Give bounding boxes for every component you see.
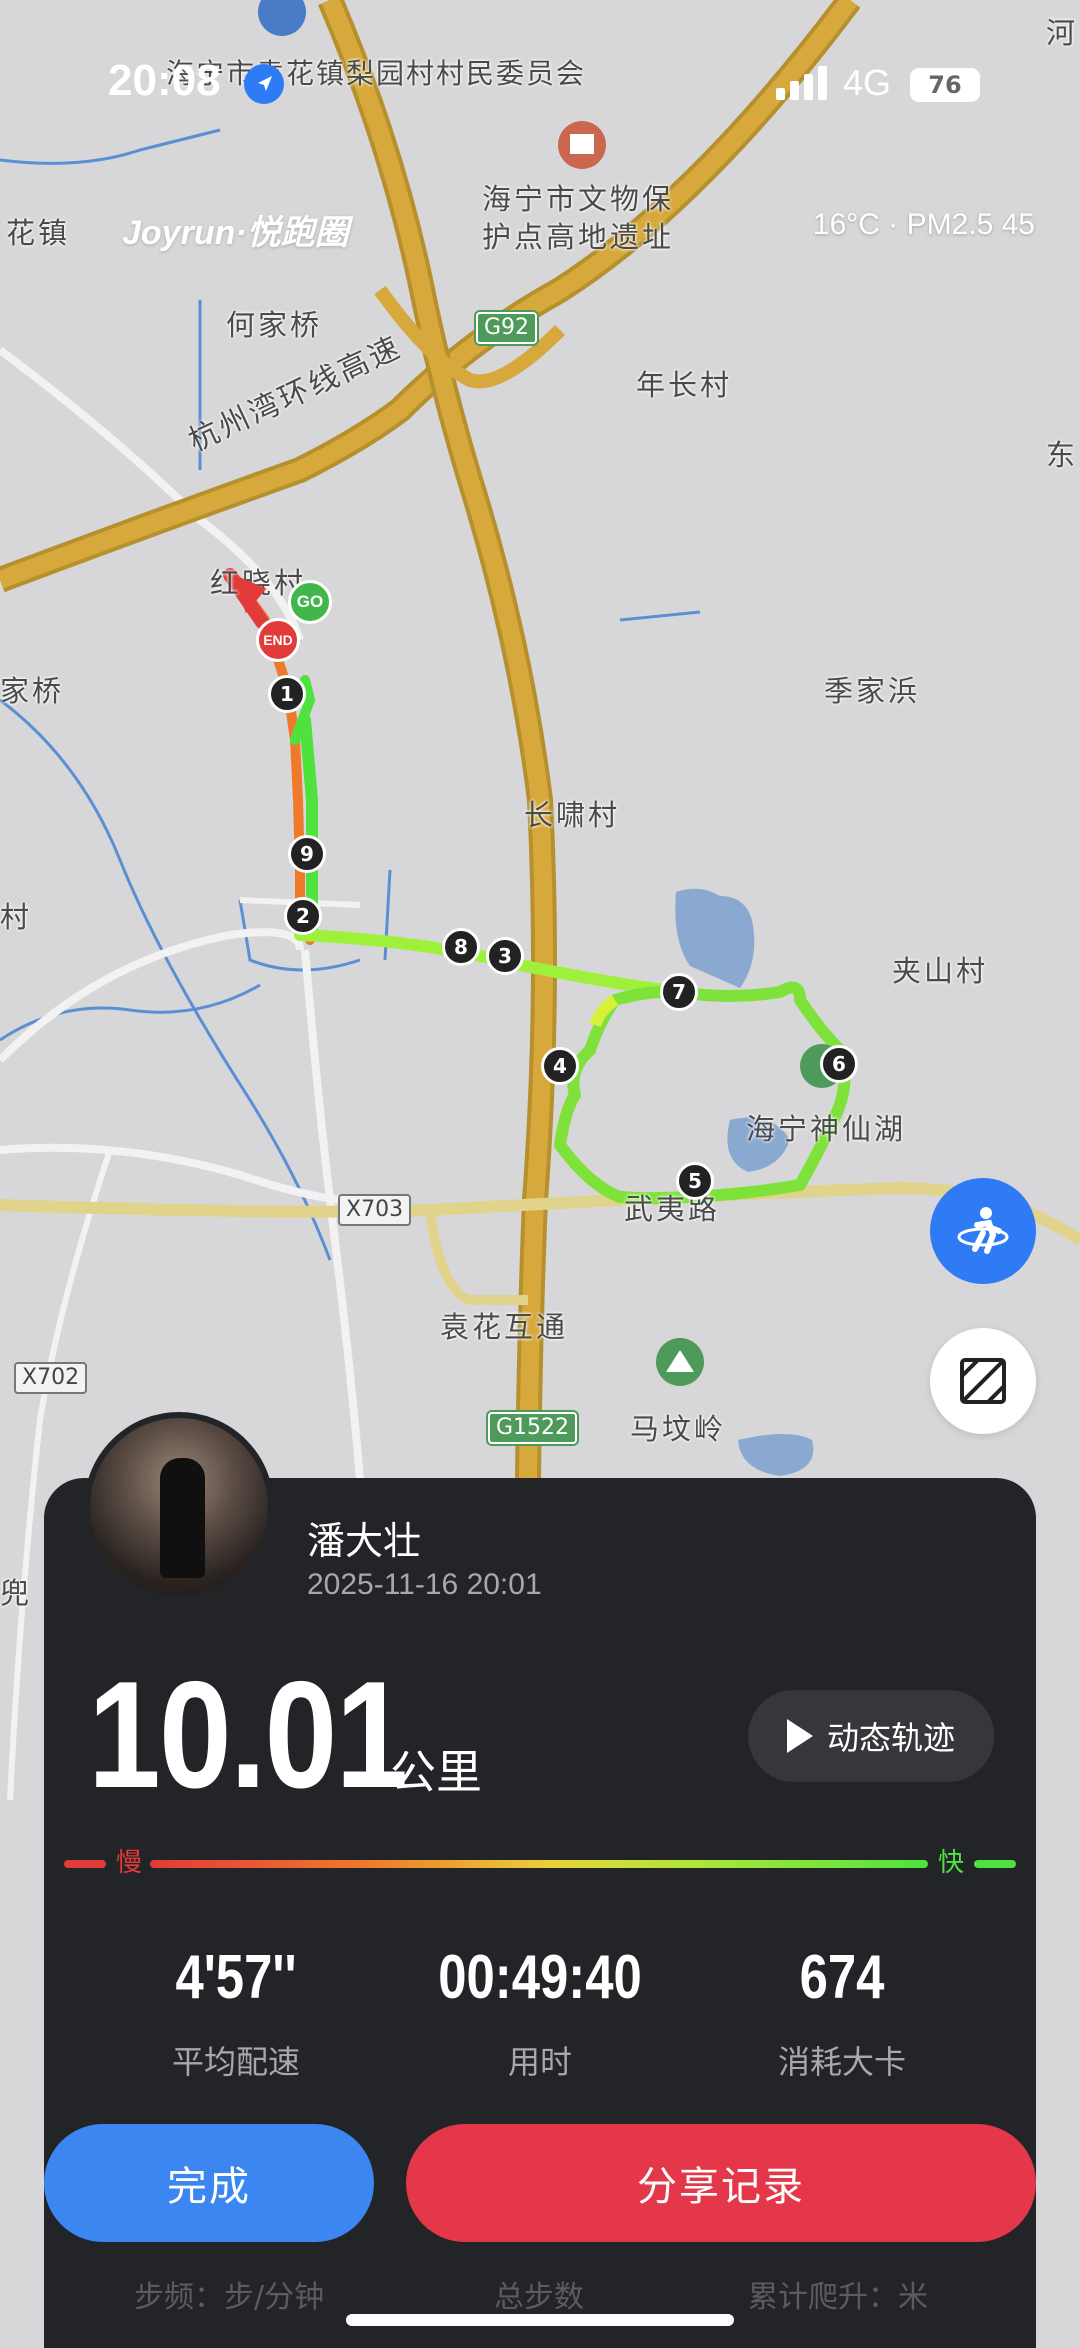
map-label-jiaqiao: 家桥 bbox=[0, 674, 65, 708]
map-label-cun: 村 bbox=[0, 900, 33, 934]
distance-value: 10.01 bbox=[88, 1650, 408, 1820]
status-time: 20:08 bbox=[108, 56, 221, 105]
stat-label: 用时 bbox=[507, 2043, 572, 2081]
stat-value: 4'57'' bbox=[175, 1943, 297, 2012]
km-marker: 2 bbox=[284, 897, 322, 935]
km-marker: 5 bbox=[676, 1162, 714, 1200]
pace-legend-fast: 快 bbox=[937, 1848, 964, 1878]
location-arrow-icon bbox=[244, 64, 284, 104]
map-label-dou: 兜 bbox=[0, 1576, 33, 1610]
pace-gradient-bar bbox=[150, 1860, 928, 1868]
weather-info: 16°C · PM2.5 45 bbox=[812, 208, 1035, 241]
home-indicator[interactable] bbox=[346, 2314, 734, 2326]
map-label-changxiaocun: 长啸村 bbox=[524, 798, 621, 832]
run-datetime: 2025-11-16 20:01 bbox=[307, 1568, 542, 1601]
stat-avg-pace: 4'57'' 平均配速 bbox=[86, 1942, 386, 2083]
battery-icon: 76 bbox=[910, 68, 980, 102]
map-label-heritage: 海宁市文物保护点高地遗址 bbox=[482, 182, 675, 254]
faded-elevation: 累计爬升：米 bbox=[748, 2280, 928, 2315]
map-layer-button[interactable] bbox=[930, 1328, 1036, 1434]
km-marker: 9 bbox=[288, 835, 326, 873]
play-icon bbox=[786, 1719, 813, 1753]
pace-legend: 慢 快 bbox=[64, 1848, 1016, 1878]
stat-label: 消耗大卡 bbox=[777, 2043, 906, 2081]
network-type: 4G bbox=[843, 62, 892, 103]
faded-cadence: 步频：步/分钟 bbox=[134, 2280, 325, 2315]
share-record-button[interactable]: 分享记录 bbox=[406, 2124, 1036, 2242]
map-label-yuanhua-interchange: 袁花互通 bbox=[440, 1310, 569, 1344]
road-badge-g1522: G1522 bbox=[488, 1412, 578, 1444]
stat-duration: 00:49:40 用时 bbox=[390, 1942, 690, 2083]
stat-calories: 674 消耗大卡 bbox=[692, 1942, 992, 2083]
pace-legend-slow-dash bbox=[64, 1860, 106, 1868]
km-marker: 4 bbox=[541, 1047, 579, 1085]
avatar[interactable] bbox=[84, 1412, 274, 1602]
map-label-huazhen: 花镇 bbox=[6, 216, 71, 250]
km-marker: 8 bbox=[442, 928, 480, 966]
brand-logo: Joyrun·悦跑圈 bbox=[122, 214, 349, 252]
dynamic-track-button[interactable]: 动态轨迹 bbox=[748, 1690, 994, 1782]
stat-value: 674 bbox=[799, 1943, 885, 2012]
start-marker: GO bbox=[288, 580, 332, 624]
runner-icon bbox=[957, 1207, 1009, 1254]
pace-legend-slow: 慢 bbox=[116, 1848, 143, 1878]
road-badge-x703: X703 bbox=[338, 1194, 412, 1226]
runner-mode-button[interactable] bbox=[930, 1178, 1036, 1284]
map-label-nianchangcun: 年长村 bbox=[636, 368, 733, 402]
done-button[interactable]: 完成 bbox=[44, 2124, 374, 2242]
map-layer-icon bbox=[960, 1358, 1006, 1404]
stat-label: 平均配速 bbox=[171, 2043, 300, 2081]
dynamic-track-label: 动态轨迹 bbox=[826, 1719, 955, 1757]
pace-legend-fast-dash bbox=[974, 1860, 1016, 1868]
username: 潘大壮 bbox=[307, 1519, 422, 1563]
distance-unit: 公里 bbox=[390, 1745, 482, 1799]
stat-value: 00:49:40 bbox=[438, 1943, 642, 2012]
km-marker: 3 bbox=[486, 937, 524, 975]
km-marker: 6 bbox=[820, 1045, 858, 1083]
map-label-shenxianhu: 海宁神仙湖 bbox=[746, 1112, 907, 1146]
map-label-mafenling: 马坟岭 bbox=[630, 1412, 727, 1446]
road-badge-g92: G92 bbox=[476, 312, 538, 344]
km-marker: 1 bbox=[268, 675, 306, 713]
map-label-dong: 东 bbox=[1046, 438, 1079, 472]
poi-pin-heritage bbox=[558, 121, 606, 169]
battery-level: 76 bbox=[928, 71, 962, 99]
end-marker: END bbox=[256, 618, 300, 662]
status-bar: 20:08 4G 76 bbox=[0, 56, 1080, 116]
faded-steps: 总步数 bbox=[494, 2280, 584, 2315]
km-marker: 7 bbox=[660, 973, 698, 1011]
map-label-hejiaqiao: 何家桥 bbox=[226, 308, 323, 342]
road-badge-x702: X702 bbox=[14, 1362, 88, 1394]
map-label-jijiabang: 季家浜 bbox=[824, 674, 921, 708]
map-label-jiashancun: 夹山村 bbox=[892, 954, 989, 988]
map-label-he: 河 bbox=[1046, 16, 1079, 50]
cellular-signal-icon bbox=[776, 66, 830, 100]
poi-pin-mountain bbox=[656, 1338, 704, 1386]
